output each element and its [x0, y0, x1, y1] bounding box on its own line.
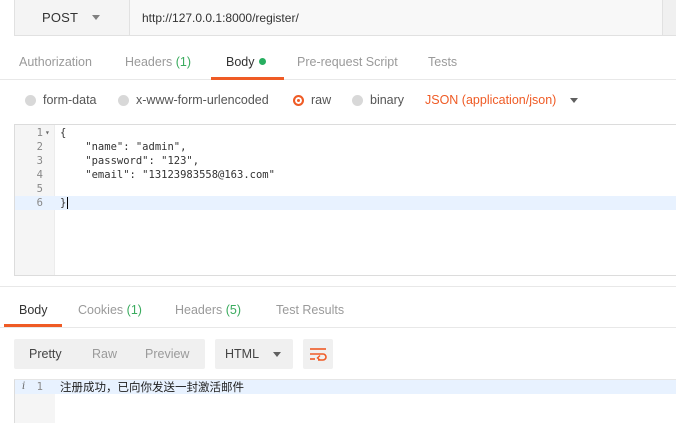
tab-headers[interactable]: Headers (1)	[125, 44, 191, 80]
text-cursor	[67, 197, 69, 209]
wrap-lines-icon	[310, 348, 327, 361]
code-line: 2 "name": "admin",	[15, 140, 676, 154]
tab-test-results[interactable]: Test Results	[276, 293, 344, 327]
url-text: http://127.0.0.1:8000/register/	[142, 10, 299, 25]
tab-response-body-label: Body	[19, 303, 48, 317]
radio-circle-icon	[118, 94, 129, 106]
raw-button[interactable]: Raw	[92, 339, 117, 369]
url-bar-edge	[662, 0, 676, 36]
radio-form-data-label: form-data	[43, 93, 97, 107]
code-text: "password": "123",	[60, 155, 200, 167]
radio-urlencoded-label: x-www-form-urlencoded	[136, 93, 269, 107]
radio-urlencoded[interactable]: x-www-form-urlencoded	[118, 90, 269, 110]
tab-prerequest-script[interactable]: Pre-request Script	[297, 44, 398, 80]
code-text: {	[60, 127, 67, 139]
tab-headers-label: Headers	[125, 55, 173, 69]
method-label: POST	[42, 10, 79, 25]
content-type-label: JSON (application/json)	[425, 93, 557, 107]
tab-body-label: Body	[226, 55, 255, 69]
method-select[interactable]: POST	[14, 0, 130, 36]
request-tabs: Authorization Headers (1) Body Pre-reque…	[0, 44, 676, 80]
tab-response-headers[interactable]: Headers (5)	[175, 293, 241, 327]
chevron-down-icon	[570, 97, 579, 103]
preview-button[interactable]: Preview	[145, 339, 189, 369]
line-number: 2	[36, 141, 43, 153]
chevron-down-icon	[92, 15, 101, 20]
line-number: 5	[36, 183, 43, 195]
tab-response-headers-count: (5)	[225, 303, 242, 317]
tab-tests[interactable]: Tests	[428, 44, 457, 80]
request-body-editor[interactable]: 1 ▾ { 2 "name": "admin", 3 "password": "…	[14, 124, 676, 276]
tab-cookies-count: (1)	[126, 303, 142, 317]
tab-test-results-label: Test Results	[276, 303, 345, 317]
radio-form-data[interactable]: form-data	[25, 90, 97, 110]
tab-body[interactable]: Body	[226, 44, 266, 80]
response-body-viewer[interactable]: i 1 注册成功，已向你发送一封激活邮件	[14, 379, 676, 423]
radio-binary-label: binary	[370, 93, 405, 107]
active-tab-indicator	[211, 77, 284, 80]
tab-authorization[interactable]: Authorization	[19, 44, 92, 80]
language-select[interactable]: HTML	[215, 339, 293, 369]
code-text: "name": "admin",	[60, 141, 187, 153]
radio-binary[interactable]: binary	[352, 90, 404, 110]
response-tabs: Body Cookies (1) Headers (5) Test Result…	[0, 293, 676, 328]
radio-circle-icon	[352, 94, 363, 106]
code-line: 5	[15, 182, 676, 196]
active-tab-indicator	[4, 324, 62, 327]
fold-arrow-icon[interactable]: ▾	[45, 126, 50, 140]
url-input[interactable]: http://127.0.0.1:8000/register/	[130, 0, 662, 36]
code-line: 4 "email": "13123983558@163.com"	[15, 168, 676, 182]
language-label: HTML	[225, 347, 260, 361]
line-number: 4	[36, 169, 43, 181]
body-type-options: form-data x-www-form-urlencoded raw bina…	[0, 82, 676, 118]
code-line: 1 ▾ {	[15, 126, 676, 140]
view-mode-group: Pretty Raw Preview	[14, 339, 205, 369]
response-text: 注册成功，已向你发送一封激活邮件	[60, 380, 244, 394]
code-text: }	[60, 197, 67, 209]
tab-prerequest-label: Pre-request Script	[297, 55, 398, 69]
tab-tests-label: Tests	[428, 55, 458, 69]
tab-cookies-label: Cookies	[78, 303, 124, 317]
code-text: "email": "13123983558@163.com"	[60, 169, 275, 181]
code-line-active: 6 }	[15, 196, 676, 210]
radio-circle-icon	[25, 94, 36, 106]
panel-divider	[0, 286, 676, 287]
line-number: 6	[36, 197, 43, 209]
tab-response-body[interactable]: Body	[19, 293, 48, 327]
response-line: i 1 注册成功，已向你发送一封激活邮件	[15, 380, 676, 394]
radio-raw-label: raw	[311, 93, 332, 107]
pretty-button[interactable]: Pretty	[29, 339, 62, 369]
radio-raw[interactable]: raw	[293, 90, 331, 110]
tab-authorization-label: Authorization	[19, 55, 92, 69]
tab-cookies[interactable]: Cookies (1)	[78, 293, 142, 327]
chevron-down-icon	[273, 351, 282, 357]
radio-checked-icon	[293, 94, 304, 106]
body-status-dot-icon	[258, 58, 266, 66]
request-bar: POST http://127.0.0.1:8000/register/	[0, 0, 676, 38]
code-text-wrap: }	[60, 196, 69, 210]
tab-headers-count: (1)	[175, 55, 192, 69]
info-icon: i	[22, 381, 26, 392]
content-type-select[interactable]: JSON (application/json)	[425, 90, 579, 110]
line-number: 1	[36, 381, 43, 393]
tab-response-headers-label: Headers	[175, 303, 223, 317]
line-number: 1	[36, 127, 43, 139]
line-number: 3	[36, 155, 43, 167]
wrap-lines-button[interactable]	[303, 339, 333, 369]
code-line: 3 "password": "123",	[15, 154, 676, 168]
